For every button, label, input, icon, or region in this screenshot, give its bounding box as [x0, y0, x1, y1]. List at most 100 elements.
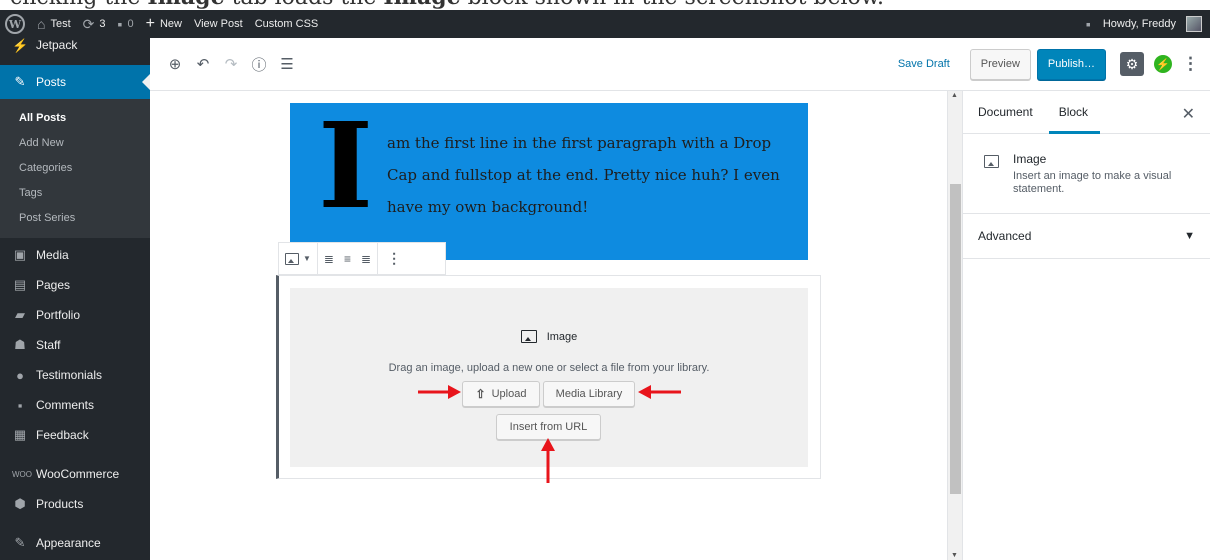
block-toolbar: ▼ ≣ ≡ ≣ ⋮ [278, 242, 446, 275]
admin-sidebar: ⚡ Jetpack ✎ Posts All Posts Add New Cate… [0, 38, 150, 560]
comments-icon: ▪ [17, 397, 23, 413]
submenu-add-new[interactable]: Add New [0, 132, 150, 157]
comments-link[interactable]: ▪ 0 [112, 10, 140, 38]
editor-canvas: I am the first line in the first paragra… [150, 91, 947, 560]
alignment-group: ≣ ≡ ≣ [318, 243, 379, 274]
upload-icon: ⇧ [475, 387, 486, 401]
scroll-thumb[interactable] [950, 184, 961, 494]
caret-down-icon: ▼ [303, 254, 311, 263]
canvas-scrollbar[interactable]: ▲ ▼ [947, 91, 962, 560]
notifications-button[interactable]: ▪ [1080, 10, 1097, 38]
block-type-switcher[interactable]: ▼ [279, 243, 318, 274]
avatar [1186, 16, 1202, 32]
settings-gear-icon[interactable]: ⚙ [1120, 52, 1144, 76]
paragraph-text[interactable]: am the first line in the first paragraph… [387, 127, 797, 223]
wordpress-logo-button[interactable]: W [0, 10, 31, 38]
add-block-icon[interactable]: ⊕ [164, 53, 186, 75]
caption-text: clicking the Image tab loads the Image b… [10, 0, 884, 10]
site-name-link[interactable]: ⌂ Test [31, 10, 77, 38]
arrow-left-annotation [638, 385, 681, 399]
cover-paragraph-block[interactable]: I am the first line in the first paragra… [290, 103, 808, 260]
sidebar-item-testimonials[interactable]: ● Testimonials [0, 360, 150, 390]
block-card-description: Insert an image to make a visual stateme… [1013, 170, 1172, 195]
block-card-title: Image [1013, 152, 1047, 166]
notification-icon: ▪ [1085, 16, 1091, 32]
image-icon [285, 252, 299, 265]
custom-css-link[interactable]: Custom CSS [249, 10, 325, 38]
preview-button[interactable]: Preview [969, 48, 1031, 80]
sidebar-item-portfolio[interactable]: ▰ Portfolio [0, 300, 150, 330]
pages-icon: ▤ [13, 277, 27, 292]
settings-tabs: Document Block ✕ [963, 91, 1210, 134]
placeholder-instructions: Drag an image, upload a new one or selec… [388, 362, 710, 374]
sidebar-item-pages[interactable]: ▤ Pages [0, 270, 150, 300]
media-icon: ▣ [13, 247, 27, 262]
close-icon[interactable]: ✕ [1182, 104, 1195, 124]
sidebar-item-posts[interactable]: ✎ Posts [0, 65, 150, 99]
view-post-link[interactable]: View Post [188, 10, 249, 38]
align-center-icon[interactable]: ≡ [344, 252, 351, 266]
image-icon [984, 155, 999, 168]
brush-icon: ✎ [14, 535, 26, 550]
outline-icon[interactable]: ☰ [276, 53, 298, 75]
updates-link[interactable]: ⟳ 3 [77, 10, 112, 38]
info-icon[interactable]: ⓘ [248, 53, 270, 75]
block-more-group: ⋮ [378, 243, 410, 274]
menu-separator [0, 519, 150, 528]
menu-separator [0, 450, 150, 459]
admin-bar: W ⌂ Test ⟳ 3 ▪ 0 + New View Post Custom … [0, 10, 1210, 38]
sidebar-item-products[interactable]: ⬢ Products [0, 489, 150, 519]
submenu-tags[interactable]: Tags [0, 182, 150, 207]
submenu-all-posts[interactable]: All Posts [0, 107, 150, 132]
submenu-post-series[interactable]: Post Series [0, 207, 150, 232]
redo-icon[interactable]: ↷ [220, 53, 242, 75]
refresh-icon: ⟳ [82, 16, 95, 32]
submenu-categories[interactable]: Categories [0, 157, 150, 182]
undo-icon[interactable]: ↶ [192, 53, 214, 75]
account-menu[interactable]: Howdy, Freddy [1097, 10, 1210, 38]
scroll-down-icon[interactable]: ▼ [951, 552, 958, 559]
jetpack-icon: ⚡ [12, 38, 29, 53]
advanced-panel-toggle[interactable]: Advanced ▼ [963, 214, 1210, 259]
sidebar-item-staff[interactable]: ☗ Staff [0, 330, 150, 360]
posts-submenu: All Posts Add New Categories Tags Post S… [0, 99, 150, 238]
save-draft-link[interactable]: Save Draft [898, 58, 950, 70]
sidebar-item-woocommerce[interactable]: WOO WooCommerce [0, 459, 150, 489]
more-options-icon[interactable]: ⋮ [1182, 54, 1199, 74]
tab-block[interactable]: Block [1048, 91, 1101, 134]
new-content-link[interactable]: + New [140, 10, 188, 38]
sidebar-item-comments[interactable]: ▪ Comments [0, 390, 150, 420]
align-right-icon[interactable]: ≣ [361, 252, 371, 266]
wordpress-icon: W [5, 14, 25, 34]
settings-sidebar: Document Block ✕ Image Insert an image t… [962, 91, 1210, 560]
sidebar-item-appearance[interactable]: ✎ Appearance [0, 528, 150, 558]
upload-button[interactable]: ⇧ Upload [462, 381, 540, 407]
plus-icon: + [145, 15, 155, 32]
arrow-up-annotation [541, 438, 555, 483]
arrow-right-annotation [418, 385, 461, 399]
testimonial-icon: ● [16, 367, 24, 383]
block-card: Image Insert an image to make a visual s… [963, 134, 1210, 214]
groups-icon: ☗ [14, 337, 26, 352]
woocommerce-icon: WOO [12, 469, 32, 479]
scroll-up-icon[interactable]: ▲ [951, 92, 958, 99]
align-left-icon[interactable]: ≣ [324, 252, 334, 266]
jetpack-bolt-icon[interactable]: ⚡ [1154, 55, 1172, 73]
products-icon: ⬢ [14, 496, 26, 511]
tab-document[interactable]: Document [978, 91, 1033, 134]
placeholder-label: Image [290, 330, 808, 343]
image-icon [520, 330, 537, 343]
publish-button[interactable]: Publish… [1036, 48, 1106, 80]
drop-cap: I [318, 96, 374, 235]
media-library-button[interactable]: Media Library [543, 381, 635, 407]
block-more-icon[interactable]: ⋮ [384, 250, 404, 267]
sidebar-item-jetpack[interactable]: ⚡ Jetpack [0, 38, 150, 56]
sidebar-item-feedback[interactable]: ▦ Feedback [0, 420, 150, 450]
folder-icon: ▰ [15, 307, 25, 322]
chevron-down-icon: ▼ [1184, 230, 1195, 242]
sidebar-item-media[interactable]: ▣ Media [0, 240, 150, 270]
pin-icon: ✎ [14, 74, 26, 89]
article-caption: clicking the Image tab loads the Image b… [0, 0, 1210, 10]
home-icon: ⌂ [37, 16, 46, 32]
editor-toolbar: ⊕ ↶ ↷ ⓘ ☰ Save Draft Preview Publish… ⚙ … [150, 38, 1210, 91]
